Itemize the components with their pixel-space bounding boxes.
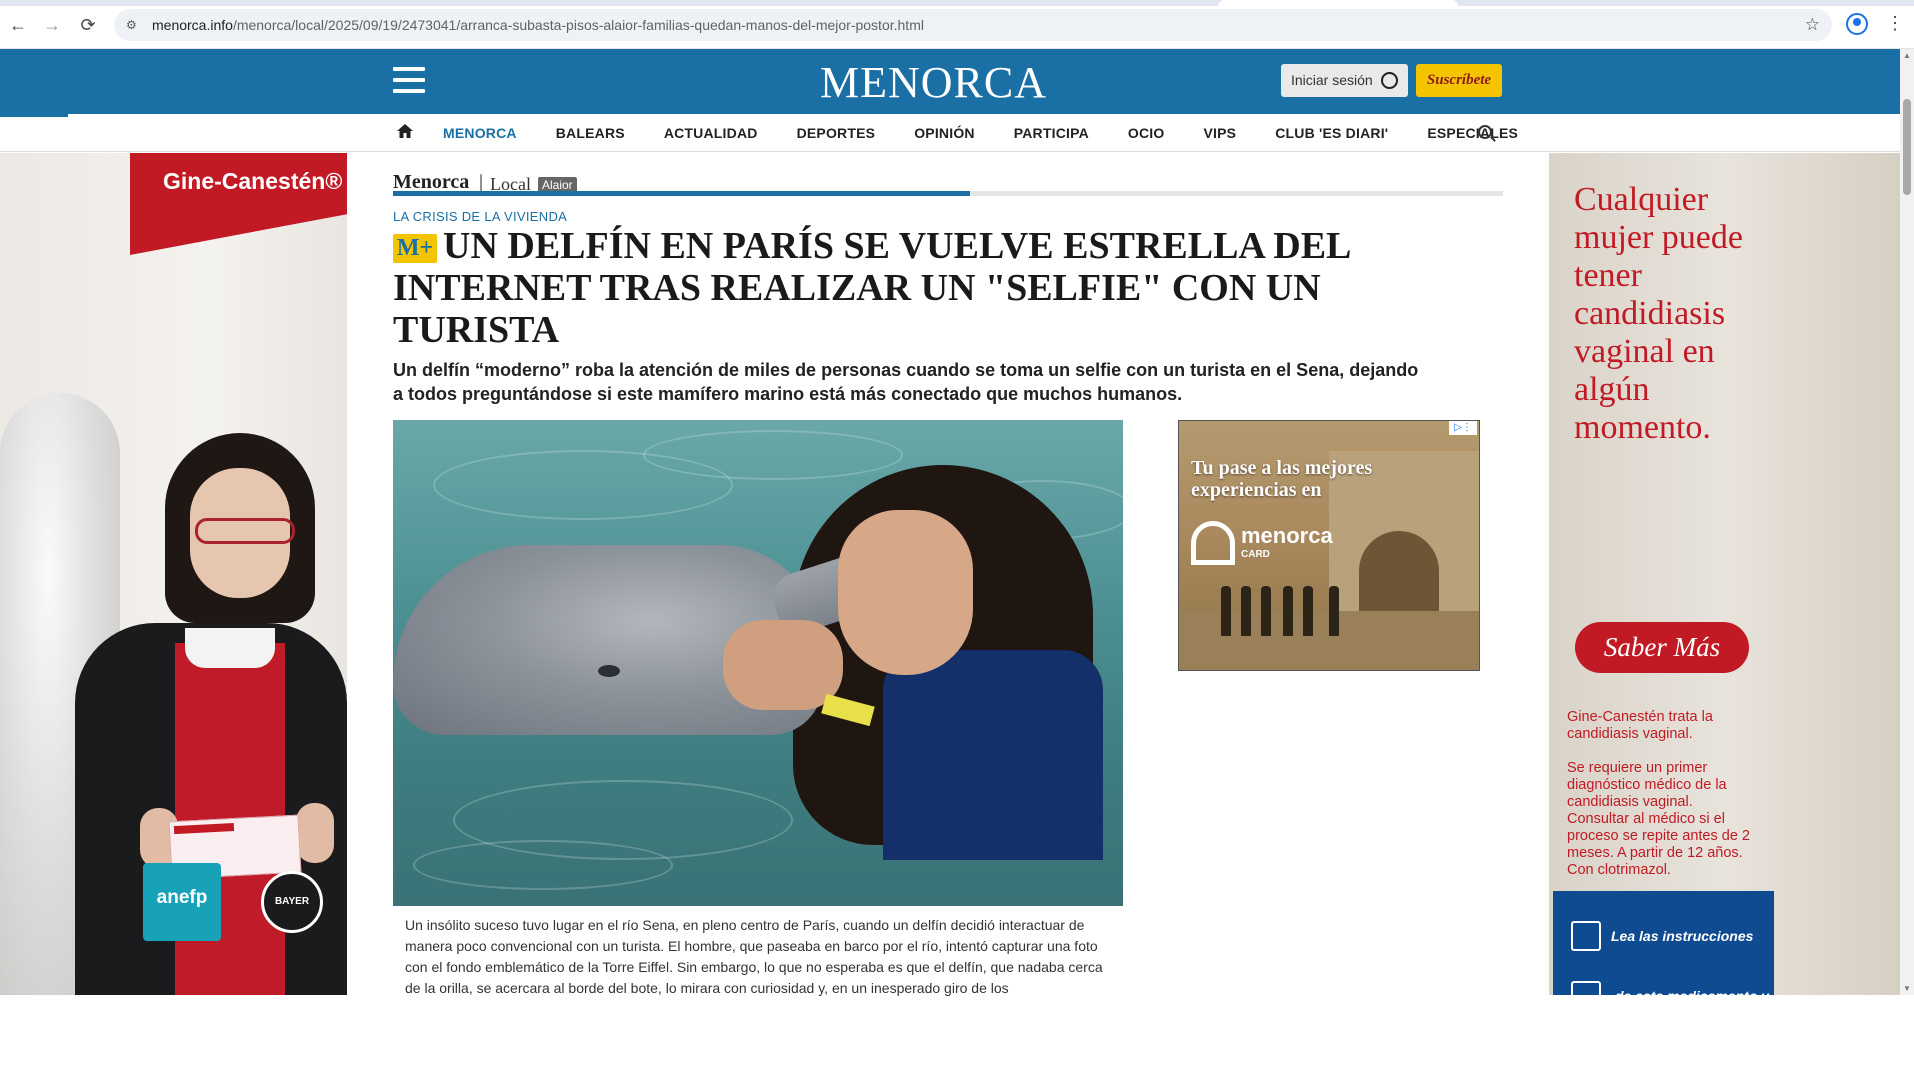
adchoices-icon[interactable]: ▷⋮ xyxy=(1449,421,1477,435)
flask-icon xyxy=(1571,981,1601,1011)
nav-item-participa[interactable]: PARTICIPA xyxy=(1014,125,1089,141)
back-button[interactable]: ← xyxy=(6,13,30,37)
url-path: /menorca/local/2025/09/19/2473041/arranc… xyxy=(232,17,924,33)
info-text-3: consulte al farmacéutico xyxy=(1605,1045,1770,1061)
nav-item-deportes[interactable]: DEPORTES xyxy=(797,125,876,141)
page-scrollbar[interactable]: ▲ ▼ xyxy=(1900,49,1914,995)
login-button[interactable]: Iniciar sesión xyxy=(1281,64,1408,97)
active-tab[interactable] xyxy=(1218,0,1458,6)
info-text-1: Lea las instrucciones xyxy=(1611,928,1754,944)
menorca-card-sub: CARD xyxy=(1241,549,1270,560)
reload-button[interactable]: ⟳ xyxy=(76,13,100,37)
subscribe-button[interactable]: Suscríbete xyxy=(1416,64,1502,97)
pharmacist-icon xyxy=(1571,1038,1601,1068)
girl-face xyxy=(838,510,973,675)
saber-mas-button[interactable]: Saber Más xyxy=(1575,622,1749,673)
inline-ad-text: Tu pase a las mejores experiencias en xyxy=(1191,457,1373,501)
anefp-logo: anefp xyxy=(143,863,221,941)
reading-progress-fill xyxy=(393,191,971,196)
info-row: consulte al farmacéutico xyxy=(1553,1038,1774,1068)
site-info-icon[interactable]: ⚙ xyxy=(126,17,142,33)
article-kicker[interactable]: LA CRISIS DE LA VIVIENDA xyxy=(393,209,567,224)
ad-brand-name: Gine-Canestén® xyxy=(163,168,343,194)
nav-item-actualidad[interactable]: ACTUALIDAD xyxy=(664,125,758,141)
inline-ad[interactable]: Tu pase a las mejores experiencias en me… xyxy=(1178,420,1480,671)
bookmark-star-icon[interactable]: ☆ xyxy=(1805,15,1820,35)
medicine-info-box: Lea las instrucciones de este medicament… xyxy=(1553,891,1774,1068)
browser-menu-icon[interactable]: ⋮ xyxy=(1886,12,1904,34)
scrollbar-thumb[interactable] xyxy=(1903,99,1911,195)
premium-badge-icon: M+ xyxy=(393,234,437,263)
right-ad-legal: Gine-Canestén trata la candidiasis vagin… xyxy=(1567,709,1757,896)
browser-toolbar: ← → ⟳ ⚙ menorca.info/menorca/local/2025/… xyxy=(0,0,1914,49)
article: Menorca | Local Alaior LA CRISIS DE LA V… xyxy=(393,153,1503,996)
url-host: menorca.info xyxy=(152,17,233,33)
nav-item-balears[interactable]: BALEARS xyxy=(556,125,625,141)
bayer-logo: BAYER xyxy=(261,871,323,933)
hamburger-menu-icon[interactable] xyxy=(393,67,425,95)
right-skyscraper-ad[interactable]: Cualquier mujer puede tener candidiasis … xyxy=(1549,153,1900,1068)
site-logo[interactable]: MENORCA xyxy=(820,57,1047,108)
menorca-card-brand: menorca xyxy=(1241,523,1333,548)
right-ad-headline: Cualquier mujer puede tener candidiasis … xyxy=(1574,181,1743,446)
legal-text-2: Se requiere un primer diagnóstico médico… xyxy=(1567,760,1750,878)
tab-strip xyxy=(0,0,1914,6)
nav-item-club-es-diari[interactable]: CLUB 'ES DIARI' xyxy=(1275,125,1388,141)
home-icon[interactable] xyxy=(396,122,414,140)
scroll-up-arrow-icon[interactable]: ▲ xyxy=(1903,51,1911,60)
info-row: de este medicamento y xyxy=(1553,981,1774,1011)
legal-text-1: Gine-Canestén trata la candidiasis vagin… xyxy=(1567,709,1713,742)
info-text-2: de este medicamento y xyxy=(1615,988,1770,1004)
scroll-down-arrow-icon[interactable]: ▼ xyxy=(1903,984,1911,993)
leaflet-icon xyxy=(1571,921,1601,951)
headline-text: UN DELFÍN EN PARÍS SE VUELVE ESTRELLA DE… xyxy=(393,225,1350,351)
forward-button[interactable]: → xyxy=(40,13,64,37)
url-text[interactable]: menorca.info/menorca/local/2025/09/19/24… xyxy=(152,17,924,33)
site-header: MENORCA Iniciar sesión Suscríbete xyxy=(0,49,1900,114)
info-row: Lea las instrucciones xyxy=(1553,921,1774,951)
article-photo[interactable] xyxy=(393,420,1123,906)
main-nav: MENORCA BALEARS ACTUALIDAD DEPORTES OPINIÓN P… xyxy=(0,114,1900,152)
nav-item-vips[interactable]: VIPS xyxy=(1204,125,1237,141)
hand-image xyxy=(296,803,334,863)
search-icon[interactable] xyxy=(1478,125,1492,139)
article-body: Un insólito suceso tuvo lugar en el río … xyxy=(405,917,1103,996)
article-headline: M+ UN DELFÍN EN PARÍS SE VUELVE ESTRELLA … xyxy=(393,225,1353,351)
profile-icon[interactable] xyxy=(1846,13,1868,35)
nav-item-ocio[interactable]: OCIO xyxy=(1128,125,1165,141)
menorca-card-logo: menorca CARD xyxy=(1191,519,1341,569)
nav-item-opini-n[interactable]: OPINIÓN xyxy=(914,125,975,141)
life-vest xyxy=(883,650,1103,860)
glasses-icon xyxy=(195,518,295,544)
dolphin-eye xyxy=(598,665,620,677)
nav-accent-stripe xyxy=(0,114,68,117)
nav-items: MENORCA BALEARS ACTUALIDAD DEPORTES OPINIÓN P… xyxy=(443,114,1557,152)
section-breadcrumb: Menorca | Local Alaior xyxy=(393,163,1503,194)
reading-progress-bar xyxy=(393,191,1503,196)
nav-item-especiales[interactable]: ESPECIALES xyxy=(1427,125,1518,141)
menorca-card-mark-icon xyxy=(1191,521,1235,565)
left-skyscraper-ad[interactable]: Gine-Canestén® anefp BAYER xyxy=(0,153,347,995)
user-icon xyxy=(1381,72,1398,89)
nav-item-menorca[interactable]: MENORCA xyxy=(443,125,517,141)
address-bar[interactable]: ⚙ menorca.info/menorca/local/2025/09/19/… xyxy=(114,9,1832,41)
login-label: Iniciar sesión xyxy=(1291,72,1373,88)
article-subtitle: Un delfín “moderno” roba la atención de … xyxy=(393,360,1419,404)
